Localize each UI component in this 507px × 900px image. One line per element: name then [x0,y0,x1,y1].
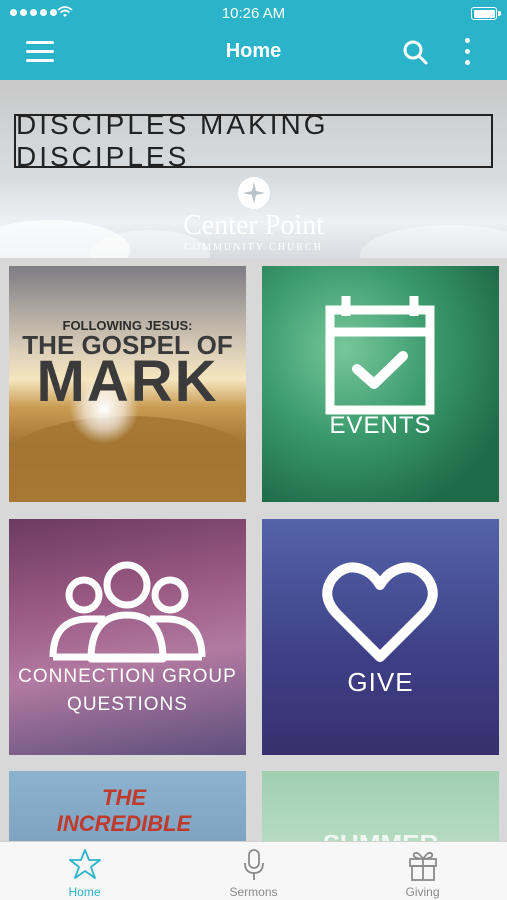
top-bar: 10:26 AM Home [0,0,507,80]
group-people-icon [49,561,206,663]
tile-gospel-of-mark[interactable]: FOLLOWING JESUS: THE GOSPEL OF MARK [9,266,246,502]
tile-connection-group-questions[interactable]: CONNECTION GROUP QUESTIONS [9,519,246,755]
hero-headline-box: DISCIPLES MAKING DISCIPLES [14,109,493,172]
tile-kids-series[interactable]: THE INCREDIBLE [9,771,246,846]
tile-label-connection-group: CONNECTION GROUP [18,666,237,687]
calendar-check-icon [325,296,435,415]
tab-label: Giving [405,885,440,899]
hero-headline: DISCIPLES MAKING DISCIPLES [16,109,329,172]
tile-summer-series[interactable]: SUMMER [262,771,499,846]
search-icon[interactable] [402,39,428,65]
series-name: MARK [36,349,219,414]
tile-label-questions: QUESTIONS [67,694,188,715]
status-time: 10:26 AM [221,5,286,22]
tab-label: Sermons [229,885,278,899]
gift-icon [408,851,437,881]
tab-sermons[interactable]: Sermons [169,842,338,900]
status-bar: 10:26 AM [0,0,507,26]
tile-label-events: EVENTS [329,412,432,439]
tab-giving[interactable]: Giving [338,842,507,900]
tile-label-give: GIVE [347,667,414,697]
page-title: Home [225,40,282,62]
tab-home[interactable]: Home [0,842,169,900]
church-logo-icon [238,177,270,209]
church-subtitle: COMMUNITY CHURCH [184,242,323,253]
hero-banner[interactable]: DISCIPLES MAKING DISCIPLES Center Point … [0,80,507,258]
heart-outline-icon [322,562,438,662]
more-options-icon[interactable] [460,38,476,66]
tile-partial-text: THE INCREDIBLE [56,785,192,836]
tile-events[interactable]: EVENTS [262,266,499,502]
microphone-icon [243,849,264,880]
tab-label: Home [68,885,101,899]
tab-bar: Home Sermons Giving [0,841,507,900]
tile-give[interactable]: GIVE [262,519,499,755]
battery-icon [471,7,501,20]
star-icon [68,849,101,879]
church-name: Center Point [183,210,324,241]
